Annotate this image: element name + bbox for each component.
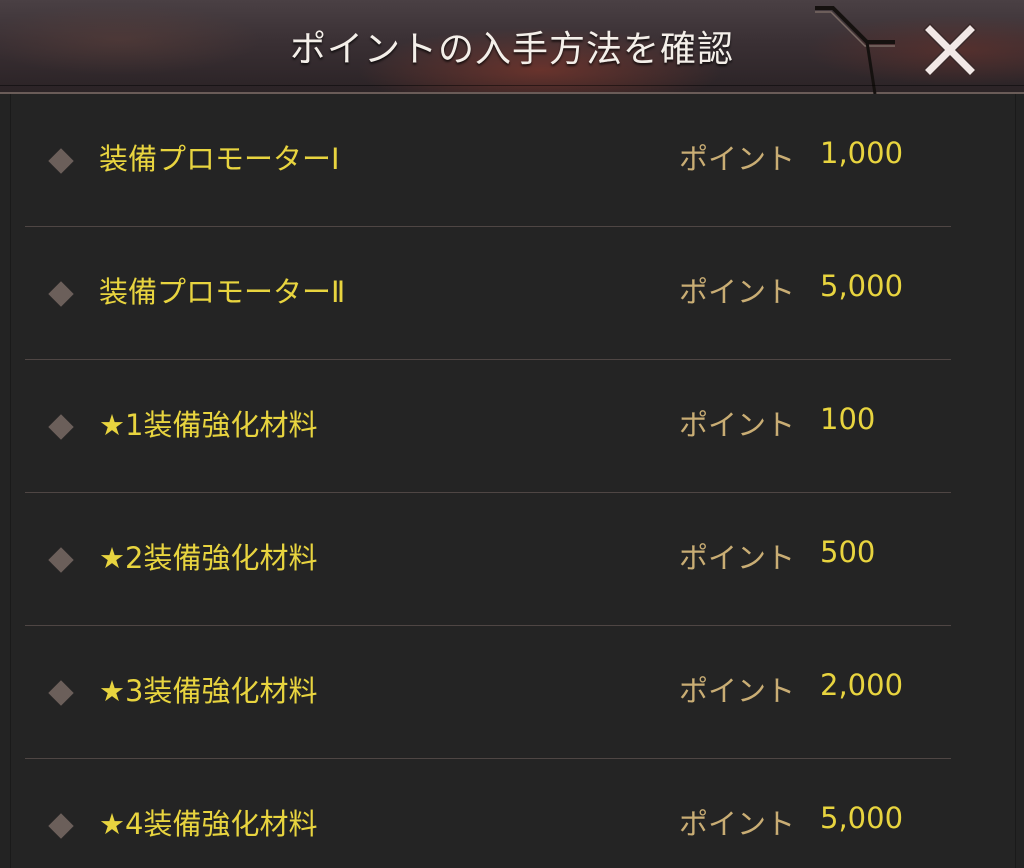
points-label: ポイント: [679, 142, 796, 176]
list-item[interactable]: ★1装備強化材料 ポイント 100: [25, 360, 951, 493]
close-button[interactable]: [920, 20, 980, 80]
dialog-title: ポイントの入手方法を確認: [289, 29, 734, 70]
points-list: 装備プロモーターⅠ ポイント 1,000 装備プロモーターⅡ ポイント 5,00…: [25, 94, 951, 868]
points-value: 5,000: [820, 269, 904, 303]
diamond-bullet-icon: [48, 148, 74, 174]
points-value: 5,000: [820, 801, 904, 835]
diamond-bullet-icon: [48, 281, 74, 307]
diamond-bullet-icon: [48, 547, 74, 573]
list-item[interactable]: 装備プロモーターⅡ ポイント 5,000: [25, 227, 951, 360]
points-label: ポイント: [679, 275, 796, 309]
points-value: 500: [820, 535, 876, 569]
list-item[interactable]: ★2装備強化材料 ポイント 500: [25, 493, 951, 626]
points-label: ポイント: [679, 674, 796, 708]
diamond-bullet-icon: [48, 680, 74, 706]
item-name: ★2装備強化材料: [99, 541, 318, 575]
points-value: 100: [820, 402, 876, 436]
list-item[interactable]: ★4装備強化材料 ポイント 5,000: [25, 759, 951, 868]
points-value: 1,000: [820, 136, 904, 170]
item-name: ★3装備強化材料: [99, 674, 318, 708]
list-item[interactable]: ★3装備強化材料 ポイント 2,000: [25, 626, 951, 759]
diamond-bullet-icon: [48, 813, 74, 839]
points-label: ポイント: [679, 541, 796, 575]
points-value: 2,000: [820, 668, 904, 702]
close-x-icon: [922, 22, 978, 78]
points-list-panel: 装備プロモーターⅠ ポイント 1,000 装備プロモーターⅡ ポイント 5,00…: [10, 94, 1016, 868]
diamond-bullet-icon: [48, 414, 74, 440]
points-label: ポイント: [679, 807, 796, 841]
point-acquisition-dialog: ポイントの入手方法を確認 装備プロモーターⅠ ポイント 1,000 装備プロモー…: [0, 0, 1024, 868]
item-name: 装備プロモーターⅠ: [99, 142, 340, 176]
dialog-header: ポイントの入手方法を確認: [0, 0, 1024, 94]
item-name: 装備プロモーターⅡ: [99, 275, 346, 309]
list-item[interactable]: 装備プロモーターⅠ ポイント 1,000: [25, 94, 951, 227]
item-name: ★1装備強化材料: [99, 408, 318, 442]
points-label: ポイント: [679, 408, 796, 442]
item-name: ★4装備強化材料: [99, 807, 318, 841]
